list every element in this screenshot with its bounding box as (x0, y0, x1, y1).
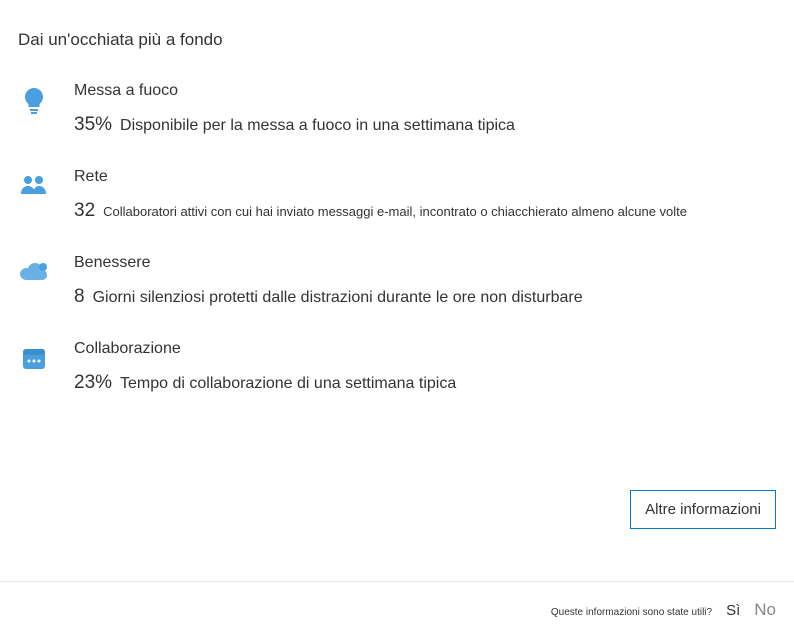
insight-wellbeing: Benessere 8 Giorni silenziosi protetti d… (18, 254, 776, 308)
insight-collaboration: Collaborazione 23% Tempo di collaborazio… (18, 340, 776, 394)
insight-label: Rete (74, 168, 776, 186)
cloud-icon (18, 256, 50, 288)
insight-description: Disponibile per la messa a fuoco in una … (120, 117, 515, 135)
people-icon (18, 170, 50, 202)
feedback-footer: Queste informazioni sono state utili? Sì… (551, 600, 776, 620)
insights-container: Dai un'occhiata più a fondo Messa a fuoc… (0, 0, 794, 394)
insight-label: Benessere (74, 254, 776, 272)
insight-label: Collaborazione (74, 340, 776, 358)
insight-description: Giorni silenziosi protetti dalle distraz… (93, 289, 583, 307)
feedback-no-button[interactable]: No (754, 600, 776, 620)
insight-value: 32 (74, 200, 95, 222)
insight-network: Rete 32 Collaboratori attivi con cui hai… (18, 168, 776, 222)
lightbulb-icon (18, 84, 50, 116)
more-info-button[interactable]: Altre informazioni (630, 490, 776, 529)
calendar-icon (18, 342, 50, 374)
insight-focus: Messa a fuoco 35% Disponibile per la mes… (18, 82, 776, 136)
insight-label: Messa a fuoco (74, 82, 776, 100)
insight-value: 35% (74, 114, 112, 136)
insight-description: Collaboratori attivi con cui hai inviato… (103, 204, 687, 219)
insight-value: 8 (74, 286, 85, 308)
insight-description: Tempo di collaborazione di una settimana… (120, 375, 456, 393)
insight-value: 23% (74, 372, 112, 394)
feedback-question: Queste informazioni sono state utili? (551, 607, 712, 618)
section-title: Dai un'occhiata più a fondo (18, 30, 776, 50)
divider (0, 581, 794, 582)
feedback-yes-button[interactable]: Sì (726, 602, 740, 619)
